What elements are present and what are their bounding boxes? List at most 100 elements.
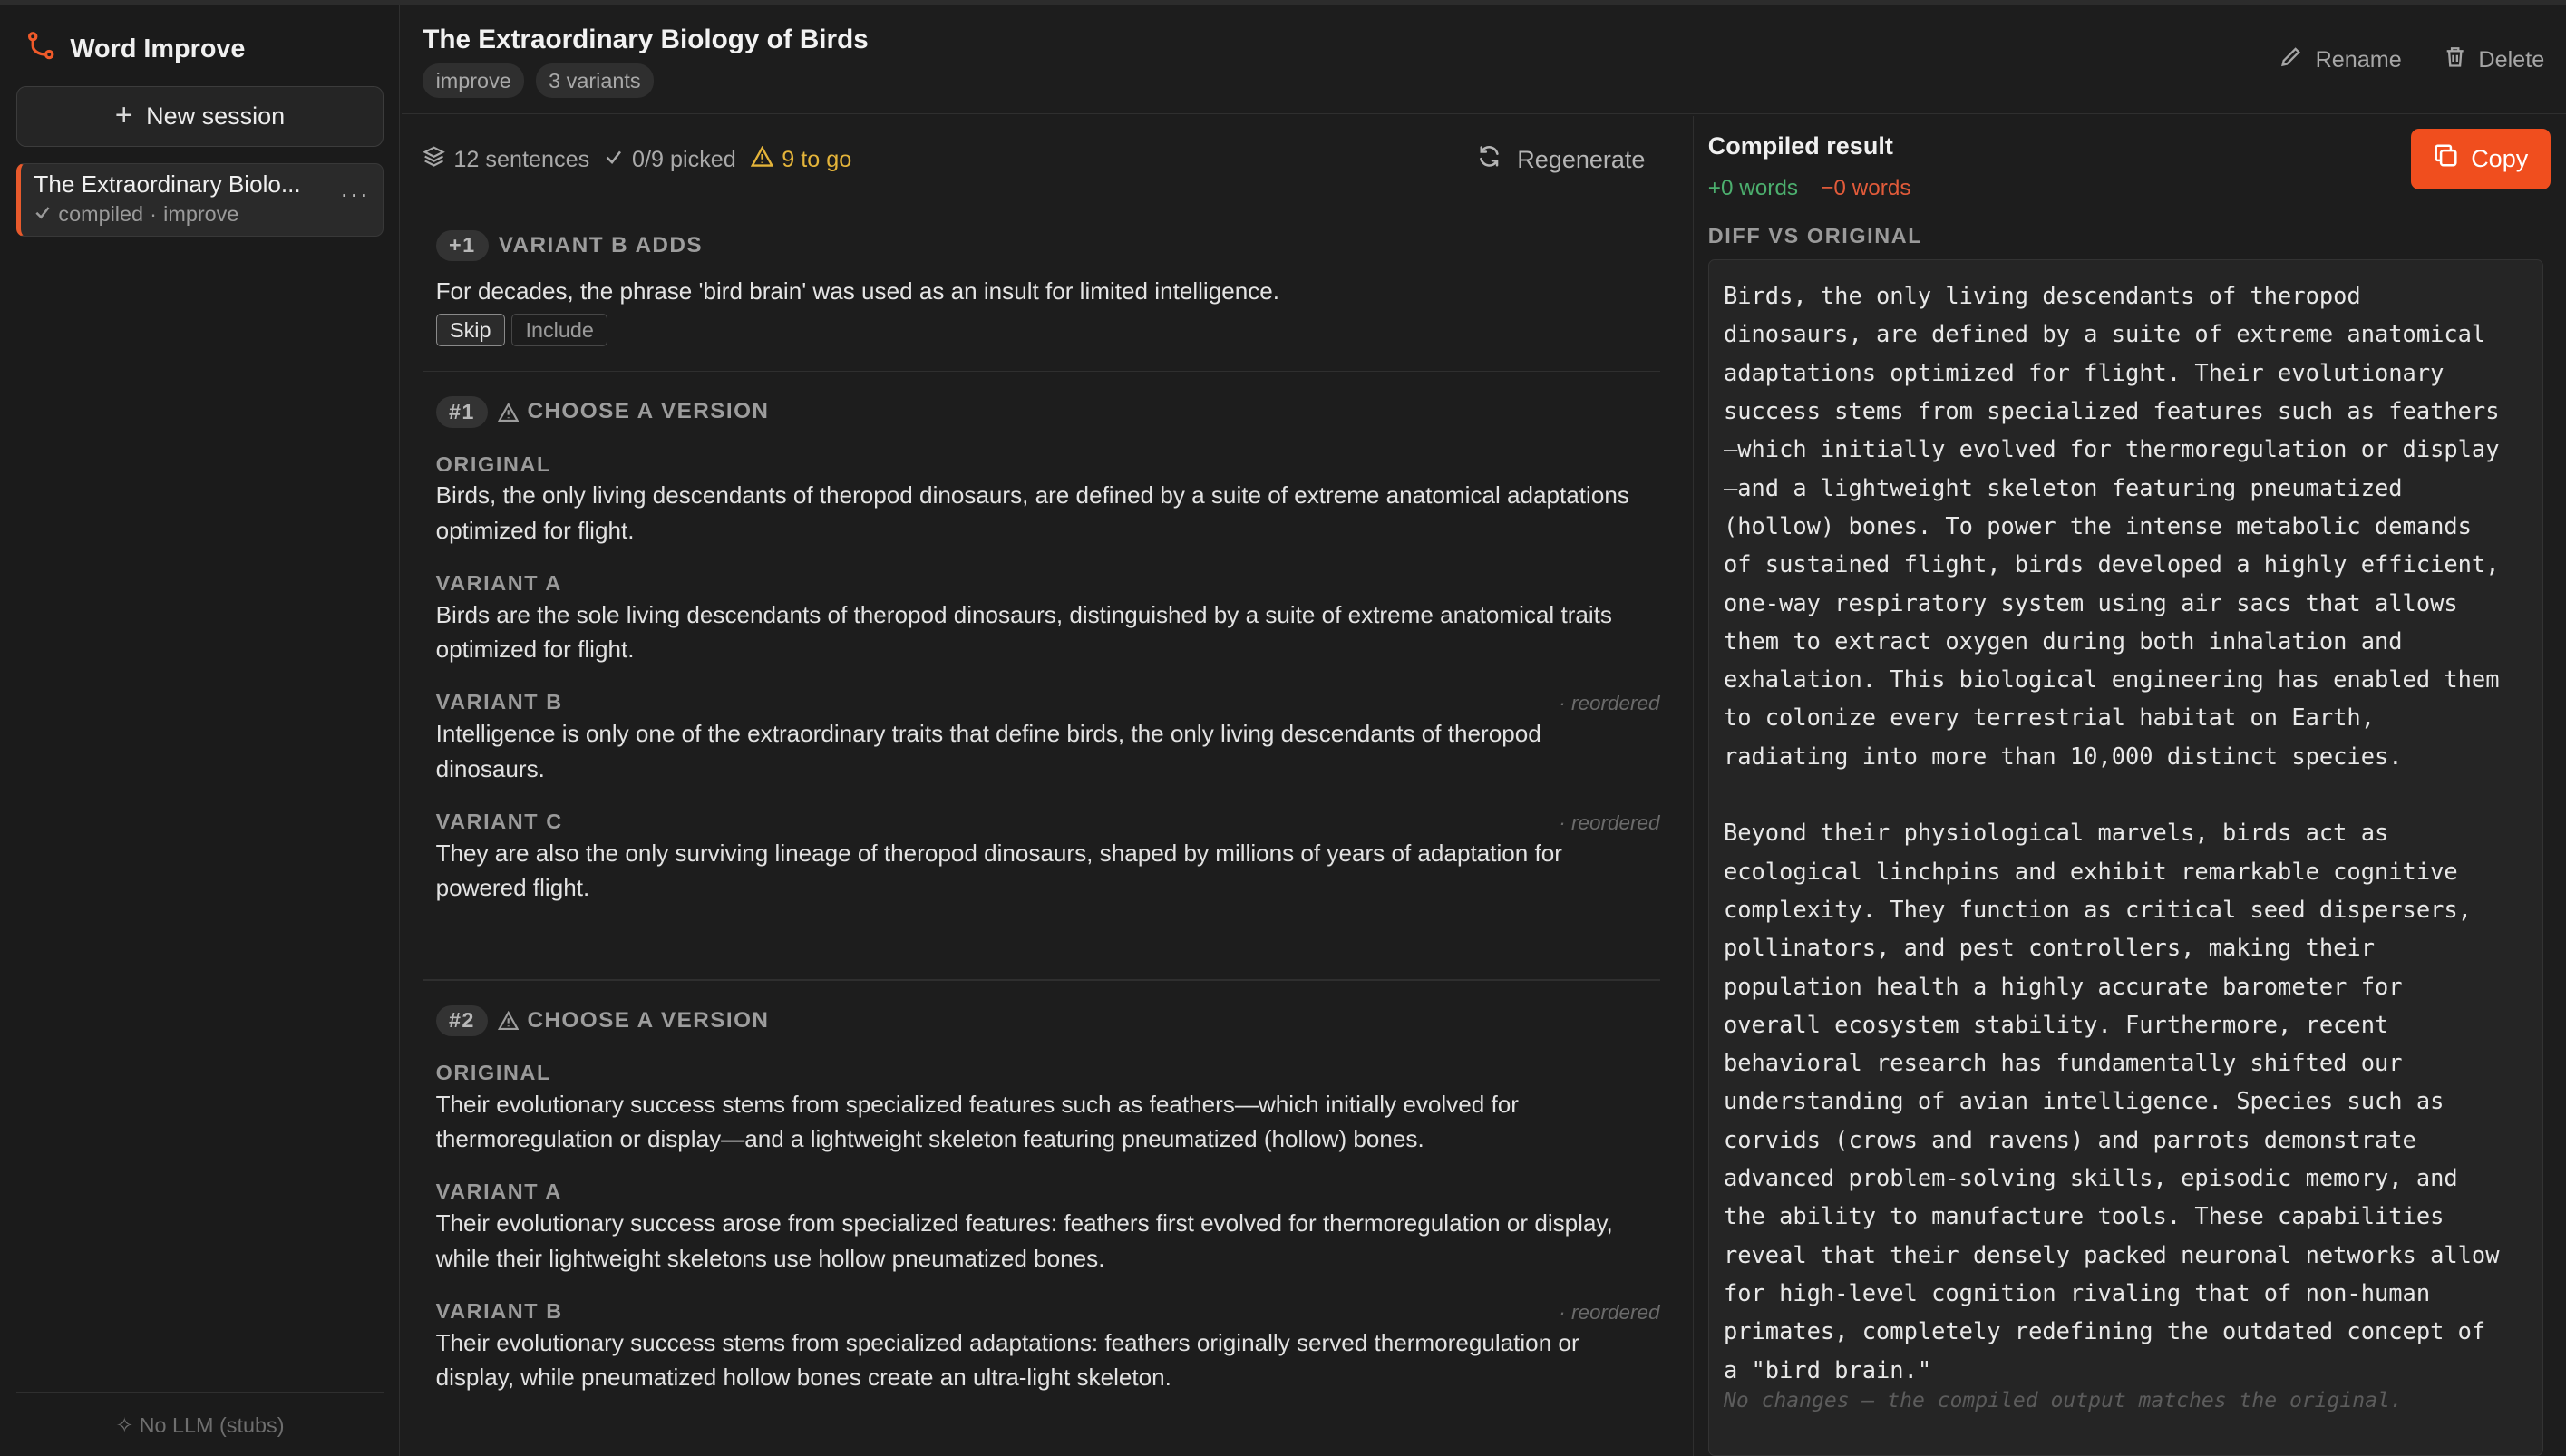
regenerate-button[interactable]: Regenerate [1476,143,1645,176]
sentence-count: 12 sentences [423,145,589,174]
option-label: VARIANT C [435,809,563,833]
added-words: +0 words [1707,176,1799,201]
choice-heading: #2 CHOOSE A VERSION [435,1005,1660,1036]
choice-badge: #2 [435,1005,489,1036]
llm-status-label: No LLM (stubs) [139,1412,285,1437]
pencil-icon [2279,45,2302,74]
skip-button[interactable]: Skip [435,313,505,347]
app-window: Word Improve + New session The Extraordi… [0,0,2566,1456]
delete-label: Delete [2478,46,2545,73]
addition-badge: +1 [435,229,489,261]
compiled-panel: Compiled result +0 words −0 words Copy D… [1692,115,2566,1456]
choice-block-1: #1 CHOOSE A VERSION ORIGINAL Birds, the … [423,396,1660,906]
reordered-note: · reordered [1559,811,1660,834]
variant-picker: 12 sentences 0/9 picked 9 to go Regenera… [402,116,1691,1456]
reordered-note: · reordered [1559,1300,1660,1324]
warning-icon [498,402,520,422]
option-label: VARIANT A [435,570,562,595]
document-title: The Extraordinary Biology of Birds [423,24,869,54]
warning-icon [498,1011,520,1031]
option-text: Birds, the only living descendants of th… [435,481,1629,545]
choice-badge: #1 [435,396,489,428]
remaining-count: 9 to go [750,145,852,173]
warning-icon [750,145,774,173]
llm-status: ✧ No LLM (stubs) [16,1392,384,1438]
option-original[interactable]: ORIGINAL Their evolutionary success stem… [436,1061,1660,1157]
app-name: Word Improve [70,34,246,63]
document-tags: improve 3 variants [423,63,654,98]
choice-heading: #1 CHOOSE A VERSION [435,396,1660,428]
session-status: compiled [58,201,143,226]
check-icon [34,202,52,227]
reordered-note: · reordered [1559,692,1660,715]
copy-icon [2434,143,2458,174]
compiled-title: Compiled result [1707,131,1893,160]
regenerate-label: Regenerate [1517,145,1646,173]
option-variant-a[interactable]: VARIANT A Birds are the sole living desc… [436,571,1660,667]
option-text: Their evolutionary success arose from sp… [435,1209,1613,1272]
removed-words: −0 words [1821,176,1911,201]
option-label: ORIGINAL [435,1060,551,1084]
rename-button[interactable]: Rename [2279,45,2402,74]
stats-bar: 12 sentences 0/9 picked 9 to go [423,145,851,174]
choice-heading-label: CHOOSE A VERSION [527,399,770,424]
option-label: VARIANT A [435,1179,562,1204]
option-text: Birds are the sole living descendants of… [435,600,1612,664]
brand: Word Improve [26,31,246,67]
option-text: Their evolutionary success stems from sp… [435,1328,1579,1392]
no-changes-note: No changes — the compiled output matches… [1723,1388,2403,1412]
new-session-button[interactable]: + New session [16,86,384,147]
option-variant-a[interactable]: VARIANT A Their evolutionary success aro… [436,1179,1660,1276]
option-label: VARIANT B [435,1298,563,1323]
option-label: VARIANT B [435,690,563,714]
more-options-icon[interactable]: ··· [340,180,369,209]
delete-button[interactable]: Delete [2445,45,2545,74]
compiled-text: Birds, the only living descendants of th… [1723,282,2500,1383]
divider [423,978,1660,981]
branch-icon [26,31,55,67]
picked-count-label: 0/9 picked [632,146,736,172]
session-title: The Extraordinary Biolo... [34,170,301,199]
sentence-count-label: 12 sentences [453,146,590,172]
session-mode: improve [163,201,239,226]
option-text: Their evolutionary success stems from sp… [435,1090,1519,1153]
option-variant-b[interactable]: VARIANT B · reordered Intelligence is on… [436,690,1660,786]
layers-icon [423,145,446,174]
refresh-icon [1476,143,1502,176]
option-text: They are also the only surviving lineage… [435,839,1562,902]
option-label: ORIGINAL [435,451,551,476]
option-original[interactable]: ORIGINAL Birds, the only living descenda… [436,452,1660,548]
addition-toggle: Skip Include [435,313,1660,347]
plus-icon: + [114,97,133,132]
sparkle-icon: ✧ [115,1412,134,1437]
addition-heading: +1 VARIANT B ADDS [435,229,1660,261]
diff-view[interactable]: Birds, the only living descendants of th… [1707,259,2544,1456]
variants-tag: 3 variants [535,63,654,98]
copy-button[interactable]: Copy [2410,129,2551,189]
document-header: The Extraordinary Biology of Birds impro… [401,5,2566,114]
addition-block: +1 VARIANT B ADDS For decades, the phras… [423,229,1660,347]
choice-heading-label: CHOOSE A VERSION [527,1007,770,1033]
include-button[interactable]: Include [511,313,608,347]
diff-label: DIFF VS ORIGINAL [1707,223,1923,248]
remaining-count-label: 9 to go [782,146,852,172]
picked-count: 0/9 picked [604,146,736,173]
addition-heading-label: VARIANT B ADDS [498,232,704,257]
option-variant-b[interactable]: VARIANT B · reordered Their evolutionary… [436,1299,1660,1395]
option-variant-c[interactable]: VARIANT C · reordered They are also the … [436,810,1660,906]
trash-icon [2445,45,2465,74]
session-meta: compiled · improve [34,202,369,227]
rename-label: Rename [2315,46,2402,73]
header-actions: Rename Delete [2279,45,2544,74]
sidebar: Word Improve + New session The Extraordi… [0,5,400,1456]
new-session-label: New session [146,102,286,131]
copy-label: Copy [2471,144,2529,172]
mode-tag: improve [423,63,525,98]
session-item[interactable]: The Extraordinary Biolo... compiled · im… [16,162,384,237]
word-counts: +0 words −0 words [1708,176,1911,201]
choice-block-2: #2 CHOOSE A VERSION ORIGINAL Their evolu… [423,1005,1660,1395]
separator-dot: · [150,201,157,226]
check-icon [604,147,624,173]
option-text: Intelligence is only one of the extraord… [435,720,1541,782]
divider [423,370,1660,373]
